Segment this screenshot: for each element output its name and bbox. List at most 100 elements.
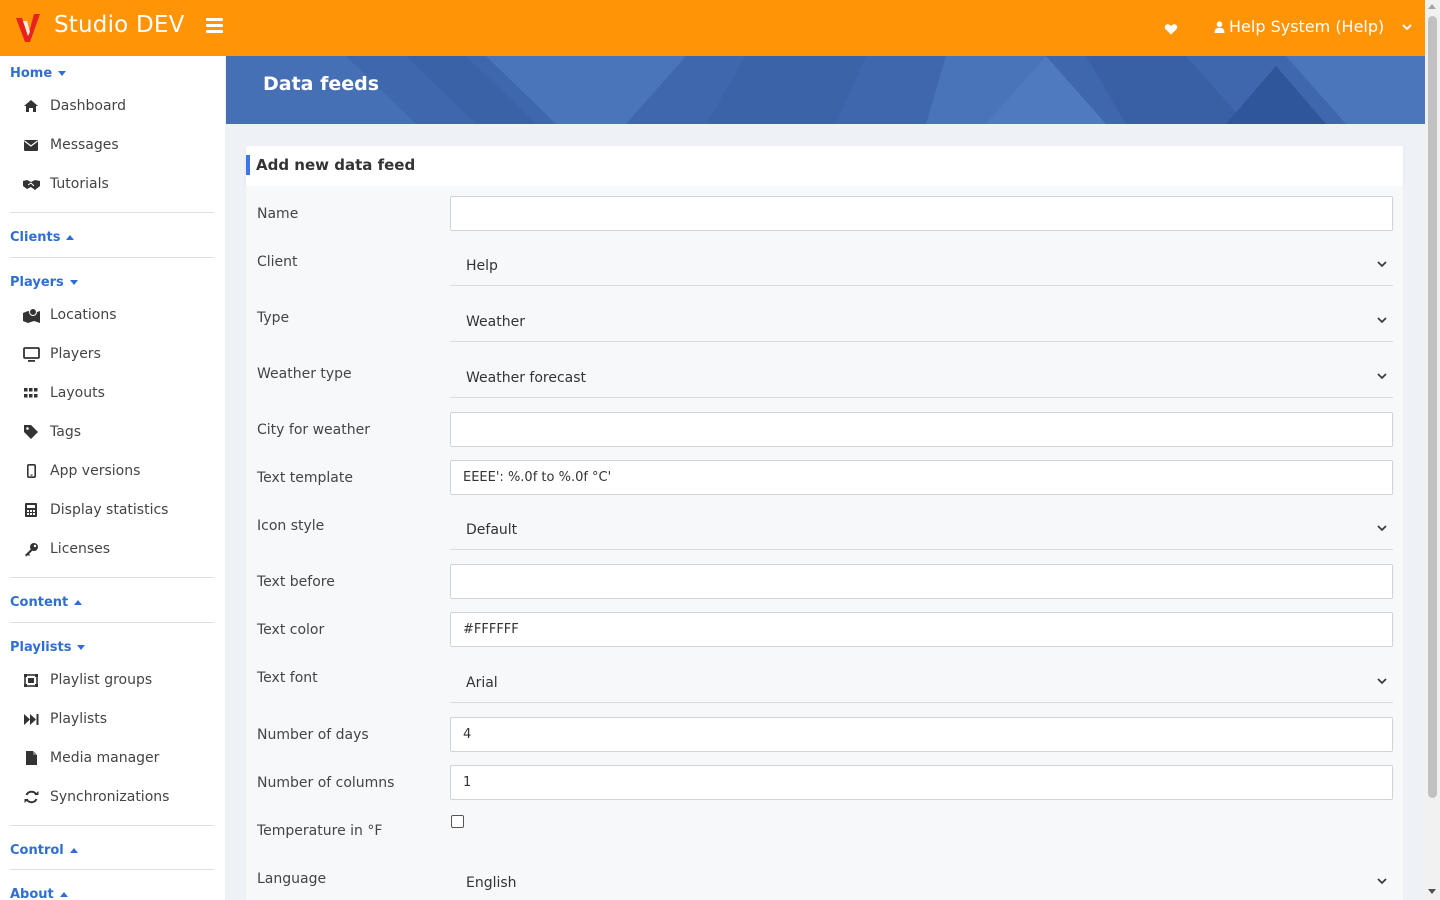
sidebar-section-home[interactable]: Home (10, 66, 67, 81)
name-input[interactable] (450, 196, 1393, 231)
sidebar-item-locations[interactable]: Locations (22, 304, 117, 326)
banner-pattern (226, 56, 1425, 124)
sidebar-item-label: Display statistics (50, 502, 169, 518)
client-select[interactable]: Help (450, 245, 1393, 286)
text-color-input[interactable] (450, 612, 1393, 647)
scroll-thumb[interactable] (1428, 16, 1437, 798)
chevron-down-icon (1377, 317, 1387, 324)
sidebar-item-players[interactable]: Players (22, 343, 101, 365)
scroll-up-arrow-icon[interactable] (1428, 4, 1436, 9)
sidebar-item-licenses[interactable]: Licenses (22, 538, 110, 560)
card-body: Name Client Help Type Weather Weather ty… (246, 186, 1403, 900)
sidebar-item-label: Players (50, 346, 101, 362)
sidebar-item-app-versions[interactable]: App versions (22, 460, 140, 482)
card-header-accent (246, 155, 250, 175)
sidebar-divider (10, 622, 214, 623)
sidebar-item-label: Dashboard (50, 98, 126, 114)
section-label: Home (10, 66, 53, 81)
city-input[interactable] (450, 412, 1393, 447)
user-name: Help System (Help) (1229, 17, 1385, 36)
weather-type-value: Weather forecast (466, 370, 587, 386)
num-days-input[interactable] (450, 717, 1393, 752)
section-label: Playlists (10, 640, 72, 655)
caret-down-icon (77, 645, 86, 650)
sidebar-divider (10, 257, 214, 258)
sidebar-item-label: Layouts (50, 385, 105, 401)
type-value: Weather (466, 314, 525, 330)
type-select[interactable]: Weather (450, 301, 1393, 342)
app-title[interactable]: Studio DEV (54, 12, 185, 38)
sync-icon (22, 789, 40, 805)
sidebar-item-playlist-groups[interactable]: Playlist groups (22, 669, 152, 691)
calculator-icon (22, 502, 40, 518)
text-font-label: Text font (257, 670, 318, 686)
section-label: Players (10, 275, 64, 290)
top-bar: Studio DEV Help System (Help) (0, 0, 1425, 56)
weather-type-select[interactable]: Weather forecast (450, 357, 1393, 398)
type-label: Type (257, 310, 290, 326)
sidebar-item-synchronizations[interactable]: Synchronizations (22, 786, 169, 808)
sidebar-section-clients[interactable]: Clients (10, 230, 75, 245)
num-columns-label: Number of columns (257, 775, 395, 791)
language-value: English (466, 875, 517, 891)
temp-f-label: Temperature in °F (257, 823, 383, 839)
sidebar-item-dashboard[interactable]: Dashboard (22, 95, 126, 117)
sidebar-item-label: Tags (50, 424, 81, 440)
sidebar-item-label: Messages (50, 137, 119, 153)
text-template-label: Text template (257, 470, 353, 486)
name-label: Name (257, 206, 299, 222)
sidebar-section-content[interactable]: Content (10, 595, 83, 610)
chevron-down-icon (1377, 678, 1387, 685)
hamburger-menu-icon[interactable] (206, 18, 223, 35)
sidebar-item-label: Media manager (50, 750, 160, 766)
envelope-icon (22, 137, 40, 153)
add-data-feed-card: Add new data feed Name Client Help Type … (246, 146, 1403, 900)
sidebar-item-tutorials[interactable]: Tutorials (22, 173, 109, 195)
sidebar-item-label: Licenses (50, 541, 111, 557)
sidebar-section-about[interactable]: About (10, 887, 68, 900)
sidebar-item-layouts[interactable]: Layouts (22, 382, 105, 404)
caret-up-icon (69, 848, 78, 853)
sidebar-item-label: Playlist groups (50, 672, 153, 688)
heart-icon[interactable] (1164, 22, 1178, 36)
sidebar-item-label: Locations (50, 307, 117, 323)
sidebar-item-display-statistics[interactable]: Display statistics (22, 499, 168, 521)
chevron-down-icon (1402, 23, 1412, 30)
text-template-input[interactable] (450, 460, 1393, 495)
text-font-select[interactable]: Arial (450, 662, 1393, 703)
page-title: Data feeds (263, 73, 380, 95)
client-label: Client (257, 254, 298, 270)
user-icon (1214, 20, 1225, 33)
page-scrollbar[interactable] (1425, 0, 1440, 900)
mobile-icon (22, 463, 40, 479)
sidebar-item-media-manager[interactable]: Media manager (22, 747, 159, 769)
language-select[interactable]: English (450, 862, 1393, 900)
sidebar-item-label: Synchronizations (50, 789, 170, 805)
tag-icon (22, 424, 40, 440)
grid-icon (22, 385, 40, 401)
home-icon (22, 98, 40, 114)
scroll-down-arrow-icon[interactable] (1428, 889, 1436, 894)
sidebar-section-players[interactable]: Players (10, 275, 78, 290)
temp-f-checkbox[interactable] (451, 815, 464, 828)
language-label: Language (257, 871, 327, 887)
studio-logo-icon[interactable] (14, 12, 42, 44)
monitor-icon (22, 346, 40, 362)
chevron-down-icon (1377, 525, 1387, 532)
caret-down-icon (69, 280, 78, 285)
sidebar-item-tags[interactable]: Tags (22, 421, 81, 443)
sidebar-item-label: Playlists (50, 711, 108, 727)
sidebar-item-messages[interactable]: Messages (22, 134, 119, 156)
section-label: Content (10, 595, 69, 610)
icon-style-label: Icon style (257, 518, 325, 534)
sidebar-section-playlists[interactable]: Playlists (10, 640, 86, 655)
caret-up-icon (74, 600, 83, 605)
user-menu[interactable]: Help System (Help) (1214, 17, 1412, 36)
text-before-input[interactable] (450, 564, 1393, 599)
icon-style-select[interactable]: Default (450, 509, 1393, 550)
sidebar-item-playlists[interactable]: Playlists (22, 708, 107, 730)
sidebar-divider (10, 825, 214, 826)
caret-up-icon (66, 235, 75, 240)
sidebar-section-control[interactable]: Control (10, 843, 78, 858)
num-columns-input[interactable] (450, 765, 1393, 800)
